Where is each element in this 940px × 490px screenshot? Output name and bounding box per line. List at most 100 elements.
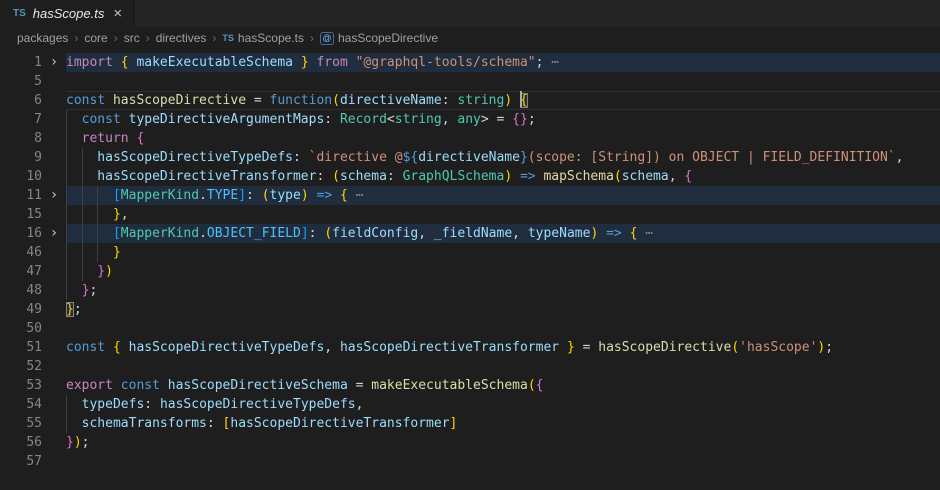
code-line-15[interactable]: 15 }, [0,205,940,224]
code-token: { [121,55,129,70]
code-token: directiveName [418,150,520,165]
fold-spacer [42,338,66,357]
breadcrumb-item-directives[interactable]: directives [154,31,209,45]
code-token: string [395,112,442,127]
breadcrumb-separator-icon: › [210,31,218,45]
line-number: 9 [0,148,42,167]
code-line-51[interactable]: 51const { hasScopeDirectiveTypeDefs, has… [0,338,940,357]
fold-chevron-icon[interactable]: › [42,53,66,72]
code-token: `directive @ [309,150,403,165]
code-line-8[interactable]: 8 return { [0,129,940,148]
breadcrumb-item-packages[interactable]: packages [15,31,70,45]
code-token: ⋯ [543,55,559,70]
code-line-1[interactable]: 1›import { makeExecutableSchema } from "… [0,53,940,72]
code-content[interactable]: const { hasScopeDirectiveTypeDefs, hasSc… [66,338,940,357]
code-token: } [66,302,74,317]
code-token: : [207,416,223,431]
breadcrumb-item-hasscopedirective[interactable]: @hasScopeDirective [318,31,440,45]
indent-guide [97,205,98,224]
code-content[interactable] [66,452,940,471]
code-content[interactable]: const hasScopeDirective = function(direc… [66,91,940,110]
indent-guide [66,110,67,129]
code-line-49[interactable]: 49}; [0,300,940,319]
code-token: } [66,264,105,279]
code-content[interactable] [66,72,940,91]
code-content[interactable]: [MapperKind.OBJECT_FIELD]: (fieldConfig,… [66,224,940,243]
code-content[interactable]: import { makeExecutableSchema } from "@g… [66,53,940,72]
code-content[interactable]: }; [66,300,940,319]
gutter: 54 [0,395,66,414]
tab-hasscope[interactable]: TS hasScope.ts × [0,0,135,27]
code-token: hasScopeDirectiveTransformer [230,416,449,431]
indent-guide [66,186,67,205]
code-line-47[interactable]: 47 }) [0,262,940,281]
code-token: ) [74,435,82,450]
code-content[interactable]: } [66,243,940,262]
indent-guide [66,395,67,414]
code-line-6[interactable]: 6 const hasScopeDirective = function(dire… [0,91,940,110]
code-content[interactable]: schemaTransforms: [hasScopeDirectiveTran… [66,414,940,433]
code-line-16[interactable]: 16› [MapperKind.OBJECT_FIELD]: (fieldCon… [0,224,940,243]
code-line-9[interactable]: 9 hasScopeDirectiveTypeDefs: `directive … [0,148,940,167]
breadcrumb-item-core[interactable]: core [82,31,109,45]
breadcrumb-item-hasscope-ts[interactable]: TShasScope.ts [220,31,306,45]
code-line-54[interactable]: 54 typeDefs: hasScopeDirectiveTypeDefs, [0,395,940,414]
code-line-50[interactable]: 50 [0,319,940,338]
code-line-48[interactable]: 48 }; [0,281,940,300]
code-line-55[interactable]: 55 schemaTransforms: [hasScopeDirectiveT… [0,414,940,433]
close-icon[interactable]: × [111,6,124,21]
code-content[interactable]: }) [66,262,940,281]
code-line-11[interactable]: 11› [MapperKind.TYPE]: (type) => { ⋯ [0,186,940,205]
code-line-53[interactable]: 53export const hasScopeDirectiveSchema =… [0,376,940,395]
fold-spacer [42,91,66,110]
indent-guide [66,262,67,281]
fold-spacer [42,262,66,281]
code-content[interactable]: export const hasScopeDirectiveSchema = m… [66,376,940,395]
code-content[interactable]: hasScopeDirectiveTransformer: (schema: G… [66,167,940,186]
fold-spacer [42,433,66,452]
line-number: 6 [0,91,42,110]
code-token: : [144,397,160,412]
code-content[interactable]: }, [66,205,940,224]
code-token: [ [66,188,121,203]
breadcrumb-item-src[interactable]: src [122,31,142,45]
indent-guide [66,414,67,433]
indent-guide [82,148,83,167]
code-content[interactable]: hasScopeDirectiveTypeDefs: `directive @$… [66,148,940,167]
gutter: 5 [0,72,66,91]
code-token: hasScopeDirectiveSchema [168,378,348,393]
code-line-5[interactable]: 5 [0,72,940,91]
code-line-10[interactable]: 10 hasScopeDirectiveTransformer: (schema… [0,167,940,186]
code-token: , [896,150,904,165]
code-content[interactable]: return { [66,129,940,148]
code-line-46[interactable]: 46 } [0,243,940,262]
code-content[interactable]: }); [66,433,940,452]
code-editor[interactable]: 1›import { makeExecutableSchema } from "… [0,49,940,471]
code-token: ( [731,340,739,355]
code-content[interactable]: }; [66,281,940,300]
ts-file-icon: TS [13,8,26,19]
indent-guide [66,224,67,243]
code-content[interactable] [66,357,940,376]
code-content[interactable]: const typeDirectiveArgumentMaps: Record<… [66,110,940,129]
code-token: } [520,150,528,165]
gutter: 11› [0,186,66,205]
fold-chevron-icon[interactable]: › [42,224,66,243]
code-token: hasScopeDirectiveTypeDefs [160,397,356,412]
line-number: 50 [0,319,42,338]
code-token: : [293,150,309,165]
indent-guide [66,281,67,300]
breadcrumb-label: hasScope.ts [238,31,304,45]
code-line-7[interactable]: 7 const typeDirectiveArgumentMaps: Recor… [0,110,940,129]
code-line-56[interactable]: 56}); [0,433,940,452]
code-token: ; [89,283,97,298]
code-token: > = [481,112,512,127]
code-content[interactable]: [MapperKind.TYPE]: (type) => { ⋯ [66,186,940,205]
code-token: ( [262,188,270,203]
code-content[interactable] [66,319,940,338]
code-token: , [512,226,528,241]
fold-chevron-icon[interactable]: › [42,186,66,205]
code-line-52[interactable]: 52 [0,357,940,376]
code-content[interactable]: typeDefs: hasScopeDirectiveTypeDefs, [66,395,940,414]
code-line-57[interactable]: 57 [0,452,940,471]
